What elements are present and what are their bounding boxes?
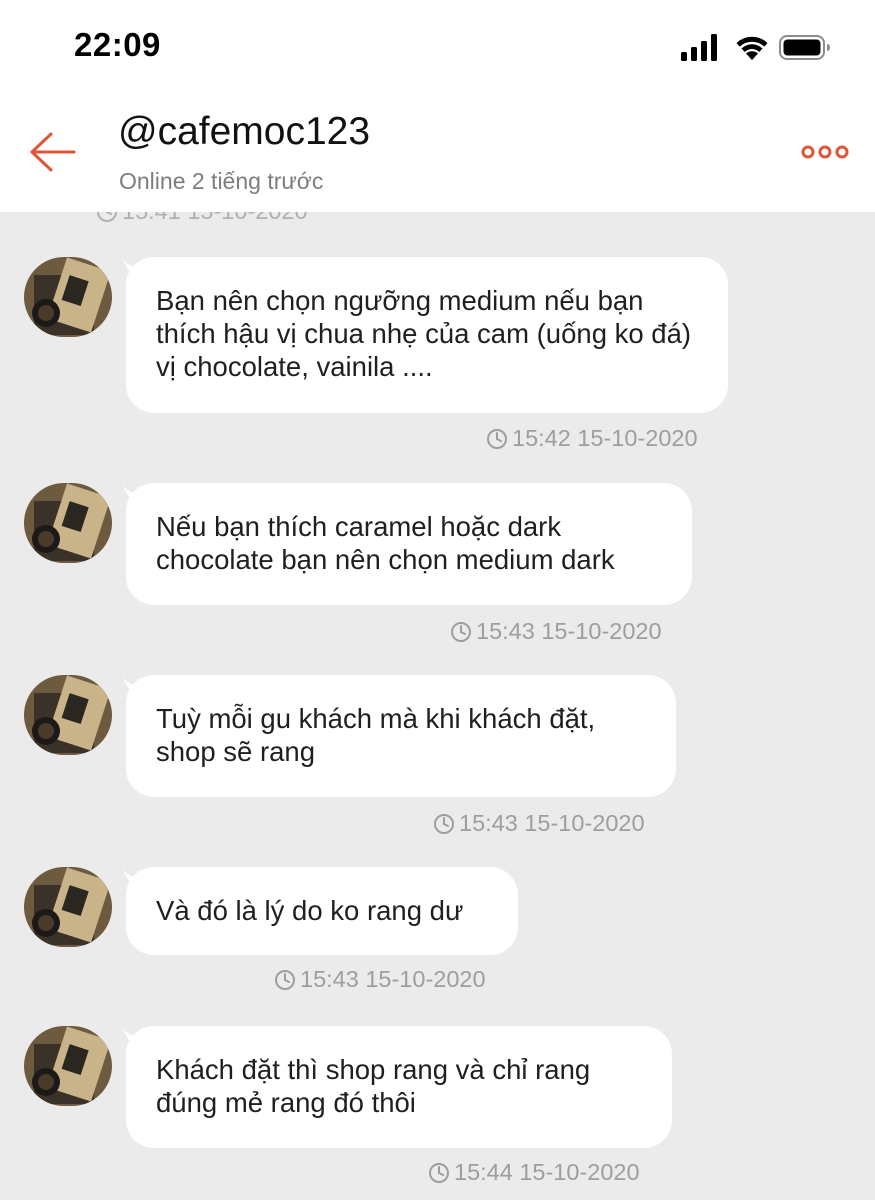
message-bubble[interactable]: Nếu bạn thích caramel hoặc dark chocolat… (126, 483, 692, 605)
message-timestamp: 15:43 15-10-2020 (450, 618, 662, 645)
message-bubble[interactable]: Tuỳ mỗi gu khách mà khi khách đặt, shop … (126, 675, 676, 797)
avatar[interactable] (24, 867, 112, 947)
message-text: Nếu bạn thích caramel hoặc dark chocolat… (156, 511, 615, 575)
avatar[interactable] (24, 483, 112, 563)
status-time: 22:09 (74, 26, 161, 63)
message-text: Tuỳ mỗi gu khách mà khi khách đặt, shop … (156, 703, 596, 767)
message-timestamp: 15:43 15-10-2020 (274, 966, 486, 993)
status-bar: 22:09 (0, 0, 875, 96)
avatar[interactable] (24, 675, 112, 755)
message-bubble[interactable]: Bạn nên chọn ngưỡng medium nếu bạn thích… (126, 257, 728, 413)
battery-icon (779, 35, 830, 60)
clock-icon (97, 212, 117, 222)
message-timestamp: 15:41 15-10-2020 (96, 212, 308, 225)
clock-icon (487, 428, 507, 449)
message-text: Khách đặt thì shop rang và chỉ rang đúng… (156, 1054, 591, 1118)
clock-icon (275, 969, 295, 990)
chat-header: @cafemoc123 Online 2 tiếng trước (0, 96, 875, 212)
chat-message-list[interactable]: 15:41 15-10-2020 Bạn nên chọn ngưỡng med… (0, 212, 875, 1200)
message-text: Bạn nên chọn ngưỡng medium nếu bạn thích… (156, 285, 692, 382)
online-status: Online 2 tiếng trước (119, 168, 324, 194)
signal-icon (681, 34, 717, 61)
arrow-left-icon (30, 132, 76, 172)
more-options-button[interactable] (795, 134, 855, 170)
chat-title: @cafemoc123 (118, 110, 371, 153)
message-timestamp: 15:43 15-10-2020 (433, 810, 645, 837)
message-bubble[interactable]: Khách đặt thì shop rang và chỉ rang đúng… (126, 1026, 672, 1148)
avatar[interactable] (24, 257, 112, 337)
message-bubble[interactable]: Và đó là lý do ko rang dư (126, 867, 518, 955)
more-dots-icon (801, 145, 849, 159)
back-button[interactable] (22, 122, 82, 182)
message-timestamp: 15:42 15-10-2020 (486, 425, 698, 452)
avatar[interactable] (24, 1026, 112, 1106)
clock-icon (451, 621, 471, 642)
clock-icon (429, 1162, 449, 1183)
wifi-icon (736, 36, 768, 60)
message-text: Và đó là lý do ko rang dư (156, 895, 464, 926)
clock-icon (434, 813, 454, 834)
message-timestamp: 15:44 15-10-2020 (428, 1159, 640, 1186)
status-icons (681, 32, 831, 62)
